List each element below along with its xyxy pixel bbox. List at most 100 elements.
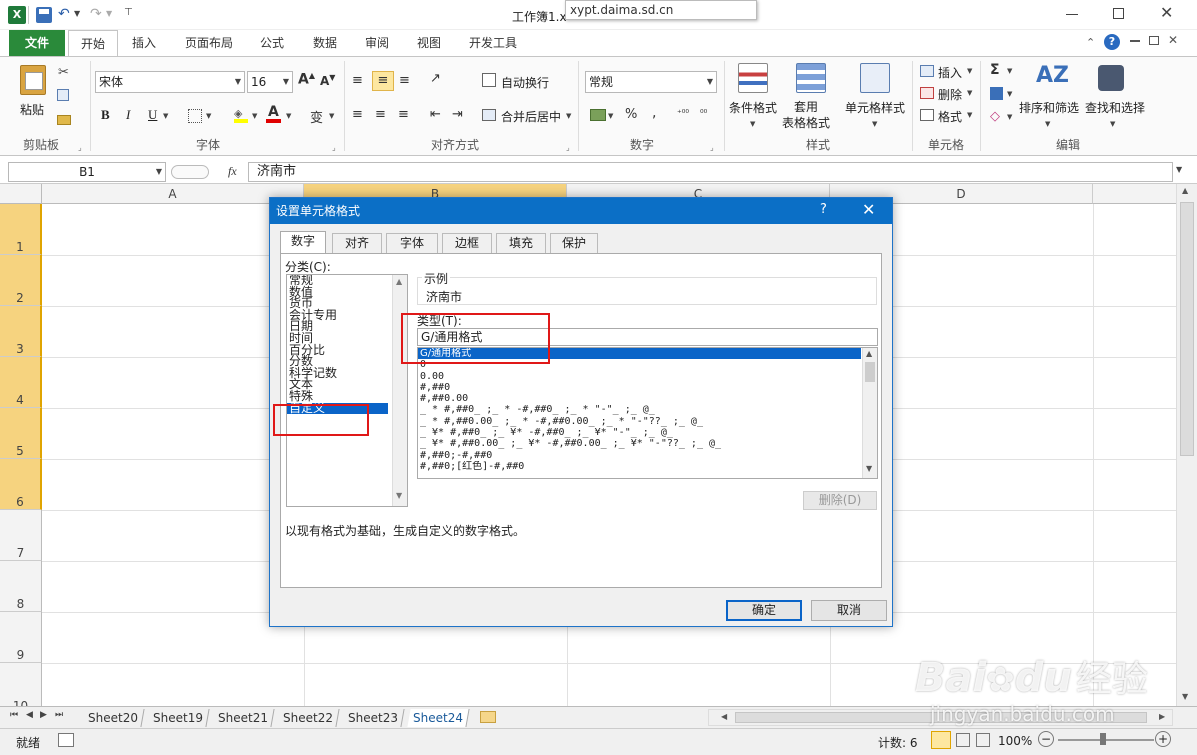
customize-qat-icon[interactable]: ⊤ (124, 7, 133, 18)
ok-button[interactable]: 确定 (726, 600, 802, 621)
formula-divider-handle[interactable] (171, 165, 209, 179)
next-sheet-icon[interactable]: ▶ (40, 710, 47, 720)
sort-filter-button[interactable]: 排序和筛选 (1019, 99, 1079, 116)
number-format-select[interactable]: 常规 ▼ (585, 71, 717, 93)
alignment-launcher-icon[interactable]: ⌟ (566, 143, 570, 152)
tab-developer[interactable]: 开发工具 (460, 30, 526, 56)
scroll-thumb[interactable] (1180, 202, 1194, 456)
sort-filter-icon[interactable]: AZ (1036, 63, 1069, 88)
cut-icon[interactable]: ✂ (58, 65, 69, 80)
sheet-tab[interactable]: Sheet23 (342, 709, 405, 727)
type-item[interactable]: #,##0;-#,##0 (418, 450, 877, 461)
find-select-icon[interactable] (1098, 65, 1124, 91)
type-item[interactable]: 0.00 (418, 371, 877, 382)
zoom-in-icon[interactable]: + (1155, 731, 1171, 747)
sheet-tab[interactable]: Sheet21 (212, 709, 275, 727)
redo-icon[interactable]: ↷ (90, 6, 102, 22)
scroll-up-icon[interactable]: ▲ (866, 349, 872, 358)
tab-file[interactable]: 文件 (9, 30, 65, 56)
format-as-table-icon[interactable] (796, 63, 826, 93)
align-middle-icon[interactable]: ≡ (372, 71, 394, 91)
insert-cells-button[interactable]: 插入 (938, 64, 962, 81)
collapse-ribbon-icon[interactable]: ⌃ (1086, 36, 1095, 49)
underline-dropdown-icon[interactable]: ▼ (163, 112, 168, 120)
wrap-text-icon[interactable] (482, 73, 496, 87)
fill-color-icon[interactable]: ◈ (234, 107, 248, 123)
dialog-close-icon[interactable]: ✕ (862, 200, 875, 219)
type-item[interactable]: #,##0;[红色]-#,##0 (418, 461, 877, 472)
zoom-out-icon[interactable]: − (1038, 731, 1054, 747)
orientation-icon[interactable]: ↗ (430, 71, 441, 86)
scroll-down-icon[interactable]: ▼ (866, 464, 872, 473)
decrease-indent-icon[interactable]: ⇤ (430, 107, 441, 122)
font-launcher-icon[interactable]: ⌟ (332, 143, 336, 152)
tab-page-layout[interactable]: 页面布局 (176, 30, 242, 56)
excel-app-icon[interactable]: X (8, 6, 26, 24)
tab-fill[interactable]: 填充 (496, 233, 546, 253)
select-all-corner[interactable] (0, 184, 42, 204)
delete-cells-button[interactable]: 删除 (938, 86, 962, 103)
dialog-help-button[interactable]: ? (820, 202, 827, 217)
tab-insert[interactable]: 插入 (122, 30, 166, 56)
conditional-format-icon[interactable] (738, 63, 768, 93)
row-header-1[interactable]: 1 (0, 204, 42, 255)
scroll-right-icon[interactable]: ▶ (1159, 712, 1165, 721)
tab-number[interactable]: 数字 (280, 231, 326, 254)
dialog-title-bar[interactable]: 设置单元格格式 (270, 198, 892, 224)
delete-cells-icon[interactable] (920, 87, 934, 99)
bold-button[interactable]: B (101, 107, 110, 123)
sheet-tab[interactable]: Sheet22 (277, 709, 340, 727)
underline-button[interactable]: U (148, 107, 157, 123)
undo-dropdown-icon[interactable]: ▼ (74, 9, 80, 18)
name-box[interactable]: B1 ▼ (8, 162, 166, 182)
vertical-scrollbar[interactable]: ▲ ▼ (1176, 184, 1197, 706)
phonetic-dropdown-icon[interactable]: ▼ (329, 112, 334, 120)
autosum-dropdown-icon[interactable]: ▼ (1007, 67, 1012, 75)
font-name-select[interactable]: 宋体 ▼ (95, 71, 245, 93)
type-item[interactable]: _ * #,##0.00_ ;_ * -#,##0.00_ ;_ * "-"??… (418, 416, 877, 427)
cell-styles-dropdown-icon[interactable]: ▼ (872, 120, 877, 128)
comma-button[interactable]: , (652, 105, 656, 121)
fill-dropdown-icon[interactable]: ▼ (252, 112, 257, 120)
macro-record-icon[interactable] (58, 733, 74, 747)
number-launcher-icon[interactable]: ⌟ (710, 143, 714, 152)
clear-dropdown-icon[interactable]: ▼ (1007, 113, 1012, 121)
tab-view[interactable]: 视图 (407, 30, 451, 56)
wrap-text-button[interactable]: 自动换行 (501, 74, 549, 91)
scroll-down-icon[interactable]: ▼ (1182, 692, 1188, 701)
scroll-down-icon[interactable]: ▼ (396, 491, 402, 500)
type-item[interactable]: _ ¥* #,##0_ ;_ ¥* -#,##0_ ;_ ¥* "-"_ ;_ … (418, 427, 877, 438)
page-layout-view-icon[interactable] (956, 733, 970, 747)
tab-alignment[interactable]: 对齐 (332, 233, 382, 253)
category-scrollbar[interactable]: ▲ ▼ (392, 275, 407, 506)
row-header-9[interactable]: 9 (0, 612, 42, 663)
insert-sheet-icon[interactable] (480, 711, 496, 723)
tab-review[interactable]: 审阅 (355, 30, 399, 56)
tab-font[interactable]: 字体 (386, 233, 438, 253)
align-left-icon[interactable]: ≡ (352, 107, 363, 122)
page-break-view-icon[interactable] (976, 733, 990, 747)
row-header-10[interactable]: 10 (0, 663, 42, 706)
row-header-6[interactable]: 6 (0, 459, 42, 510)
autosum-button[interactable]: Σ (990, 62, 1000, 78)
delete-dropdown-icon[interactable]: ▼ (967, 89, 972, 97)
tab-formulas[interactable]: 公式 (252, 30, 292, 56)
conditional-format-button[interactable]: 条件格式 (729, 99, 777, 116)
scroll-up-icon[interactable]: ▲ (396, 277, 402, 286)
cell-styles-button[interactable]: 单元格样式 (845, 99, 905, 116)
merge-center-icon[interactable] (482, 109, 496, 121)
clear-icon[interactable]: ◇ (990, 109, 1000, 124)
align-right-icon[interactable]: ≡ (398, 107, 409, 122)
borders-icon[interactable] (188, 109, 202, 123)
zoom-level[interactable]: 100% (998, 734, 1032, 748)
row-header-2[interactable]: 2 (0, 255, 42, 306)
type-item[interactable]: _ ¥* #,##0.00_ ;_ ¥* -#,##0.00_ ;_ ¥* "-… (418, 438, 877, 449)
font-color-dropdown-icon[interactable]: ▼ (286, 112, 291, 120)
expand-formula-icon[interactable]: ▼ (1176, 165, 1182, 174)
type-list[interactable]: G/通用格式 0 0.00 #,##0 #,##0.00 _ * #,##0_ … (417, 347, 878, 479)
find-dropdown-icon[interactable]: ▼ (1110, 120, 1115, 128)
close-button[interactable]: ✕ (1160, 3, 1173, 22)
format-cells-icon[interactable] (920, 109, 934, 121)
zoom-slider[interactable] (1058, 739, 1154, 741)
align-bottom-icon[interactable]: ≡ (399, 73, 410, 88)
